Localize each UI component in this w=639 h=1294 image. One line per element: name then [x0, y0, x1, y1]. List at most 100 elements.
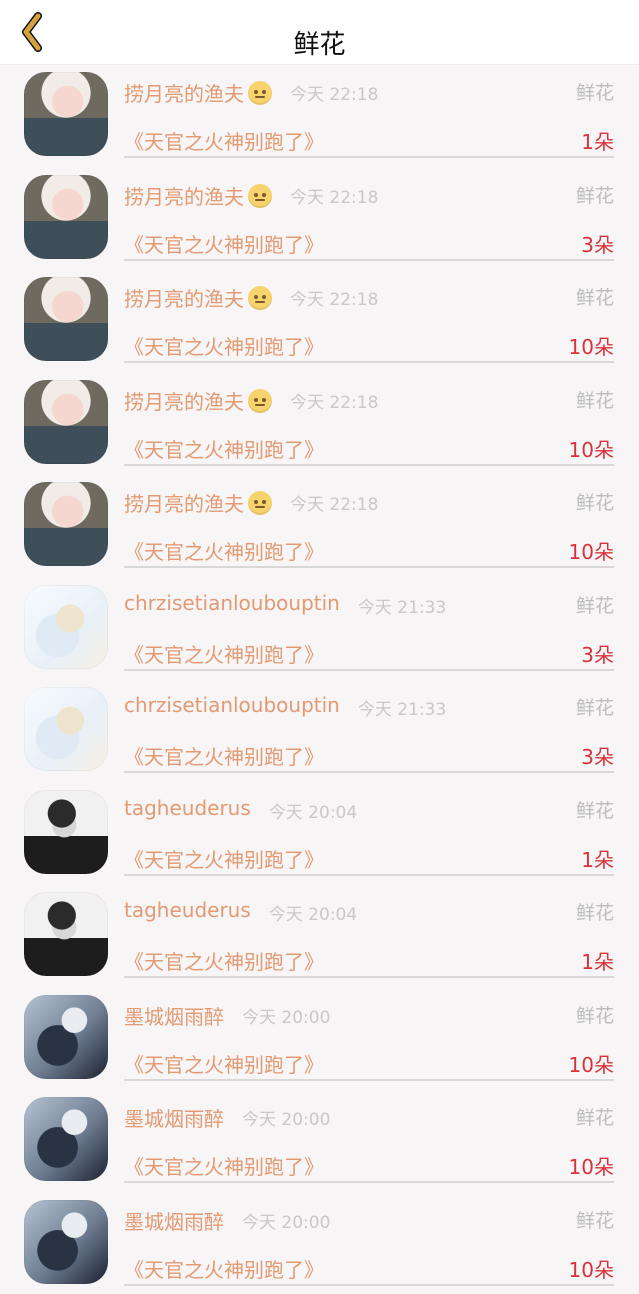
book-title-link[interactable]: 《天官之火神别跑了》: [124, 844, 324, 873]
row-divider: [124, 259, 614, 261]
gift-type-label: 鲜花: [576, 283, 614, 310]
user-name[interactable]: 捞月亮的渔夫: [124, 283, 272, 312]
avatar[interactable]: [24, 380, 108, 464]
list-item[interactable]: 捞月亮的渔夫今天 22:18鲜花《天官之火神别跑了》10朵: [0, 269, 639, 372]
gift-count: 3朵: [581, 229, 614, 258]
gift-type-label: 鲜花: [576, 488, 614, 515]
list-item[interactable]: tagheuderus 今天 20:04 鲜花《天官之火神别跑了》 1朵: [0, 782, 639, 885]
list-item[interactable]: 墨城烟雨醉今天 20:00 鲜花《天官之火神别跑了》 10朵: [0, 987, 639, 1090]
user-name-text: chrzisetianloubouptin: [124, 591, 340, 615]
gift-count: 10朵: [569, 1049, 614, 1078]
user-name-text: 墨城烟雨醉: [124, 1210, 224, 1234]
smile-emoji-icon: [248, 81, 272, 105]
list-item[interactable]: 捞月亮的渔夫 今天 22:18 鲜花《天官之火神别跑了》 10朵: [0, 474, 639, 577]
book-title-link[interactable]: 《天官之火神别跑了》: [124, 946, 324, 975]
timestamp: 今天 22:18: [290, 490, 378, 515]
user-name[interactable]: 捞月亮的渔夫: [124, 386, 272, 415]
book-title-link[interactable]: 《天官之火神别跑了》: [124, 229, 324, 258]
gift-type-label: 鲜花: [576, 591, 614, 618]
timestamp: 今天 20:00: [242, 1208, 330, 1233]
user-name[interactable]: tagheuderus: [124, 898, 251, 922]
avatar[interactable]: [24, 790, 108, 874]
user-name-text: 墨城烟雨醉: [124, 1005, 224, 1029]
avatar[interactable]: [24, 175, 108, 259]
list-item[interactable]: chrzisetianloubouptin今天 21:33鲜花《天官之火神别跑了…: [0, 679, 639, 782]
smile-emoji-icon: [248, 184, 272, 208]
user-name[interactable]: 捞月亮的渔夫: [124, 181, 272, 210]
timestamp: 今天 20:00: [242, 1105, 330, 1130]
avatar[interactable]: [24, 1097, 108, 1181]
avatar[interactable]: [24, 72, 108, 156]
row-divider: [124, 669, 614, 671]
avatar[interactable]: [24, 585, 108, 669]
gift-count: 10朵: [569, 434, 614, 463]
user-name-text: 捞月亮的渔夫: [124, 492, 244, 516]
gift-type-label: 鲜花: [576, 181, 614, 208]
list-item[interactable]: tagheuderus今天 20:04鲜花《天官之火神别跑了》1朵: [0, 884, 639, 987]
list-item[interactable]: 捞月亮的渔夫今天 22:18鲜花《天官之火神别跑了》1朵: [0, 64, 639, 167]
book-title-link[interactable]: 《天官之火神别跑了》: [124, 536, 324, 565]
row-divider: [124, 1181, 614, 1183]
gift-count: 3朵: [581, 741, 614, 770]
gift-type-label: 鲜花: [576, 1103, 614, 1130]
book-title-link[interactable]: 《天官之火神别跑了》: [124, 126, 324, 155]
user-name[interactable]: tagheuderus: [124, 796, 251, 820]
book-title-link[interactable]: 《天官之火神别跑了》: [124, 434, 324, 463]
avatar[interactable]: [24, 1200, 108, 1284]
user-name-text: 捞月亮的渔夫: [124, 287, 244, 311]
avatar[interactable]: [24, 482, 108, 566]
user-name-text: 捞月亮的渔夫: [124, 185, 244, 209]
gift-count: 10朵: [569, 536, 614, 565]
list-item[interactable]: chrzisetianloubouptin 今天 21:33 鲜花《天官之火神别跑了…: [0, 577, 639, 680]
user-name[interactable]: 墨城烟雨醉: [124, 1206, 224, 1235]
avatar[interactable]: [24, 687, 108, 771]
user-name-text: tagheuderus: [124, 898, 251, 922]
smile-emoji-icon: [248, 389, 272, 413]
list-item[interactable]: 墨城烟雨醉今天 20:00鲜花《天官之火神别跑了》10朵: [0, 1089, 639, 1192]
row-divider: [124, 1284, 614, 1286]
user-name-text: 捞月亮的渔夫: [124, 82, 244, 106]
list-item[interactable]: 墨城烟雨醉今天 20:00鲜花《天官之火神别跑了》10朵: [0, 1192, 639, 1294]
timestamp: 今天 22:18: [290, 388, 378, 413]
gift-type-label: 鲜花: [576, 1206, 614, 1233]
page-title: 鲜花: [0, 24, 639, 61]
row-divider: [124, 1079, 614, 1081]
gift-type-label: 鲜花: [576, 898, 614, 925]
book-title-link[interactable]: 《天官之火神别跑了》: [124, 1049, 324, 1078]
avatar[interactable]: [24, 277, 108, 361]
timestamp: 今天 20:04: [269, 798, 357, 823]
book-title-link[interactable]: 《天官之火神别跑了》: [124, 741, 324, 770]
timestamp: 今天 21:33: [358, 593, 446, 618]
timestamp: 今天 20:00: [242, 1003, 330, 1028]
timestamp: 今天 21:33: [358, 695, 446, 720]
user-name[interactable]: chrzisetianloubouptin: [124, 591, 340, 615]
gift-type-label: 鲜花: [576, 1001, 614, 1028]
row-divider: [124, 464, 614, 466]
list-item[interactable]: 捞月亮的渔夫今天 22:18鲜花《天官之火神别跑了》3朵: [0, 167, 639, 270]
book-title-link[interactable]: 《天官之火神别跑了》: [124, 331, 324, 360]
user-name[interactable]: 墨城烟雨醉: [124, 1001, 224, 1030]
avatar[interactable]: [24, 892, 108, 976]
gift-count: 1朵: [581, 126, 614, 155]
gift-count: 3朵: [581, 639, 614, 668]
avatar[interactable]: [24, 995, 108, 1079]
gift-count: 1朵: [581, 844, 614, 873]
user-name[interactable]: 捞月亮的渔夫: [124, 488, 272, 517]
book-title-link[interactable]: 《天官之火神别跑了》: [124, 1254, 324, 1283]
user-name-text: chrzisetianloubouptin: [124, 693, 340, 717]
book-title-link[interactable]: 《天官之火神别跑了》: [124, 1151, 324, 1180]
smile-emoji-icon: [248, 491, 272, 515]
gift-count: 1朵: [581, 946, 614, 975]
top-bar: 鲜花: [0, 0, 639, 64]
user-name-text: 捞月亮的渔夫: [124, 390, 244, 414]
user-name[interactable]: 捞月亮的渔夫: [124, 78, 272, 107]
user-name-text: tagheuderus: [124, 796, 251, 820]
row-divider: [124, 874, 614, 876]
gift-type-label: 鲜花: [576, 796, 614, 823]
user-name[interactable]: 墨城烟雨醉: [124, 1103, 224, 1132]
timestamp: 今天 22:18: [290, 80, 378, 105]
book-title-link[interactable]: 《天官之火神别跑了》: [124, 639, 324, 668]
user-name[interactable]: chrzisetianloubouptin: [124, 693, 340, 717]
row-divider: [124, 156, 614, 158]
list-item[interactable]: 捞月亮的渔夫今天 22:18鲜花《天官之火神别跑了》10朵: [0, 372, 639, 475]
